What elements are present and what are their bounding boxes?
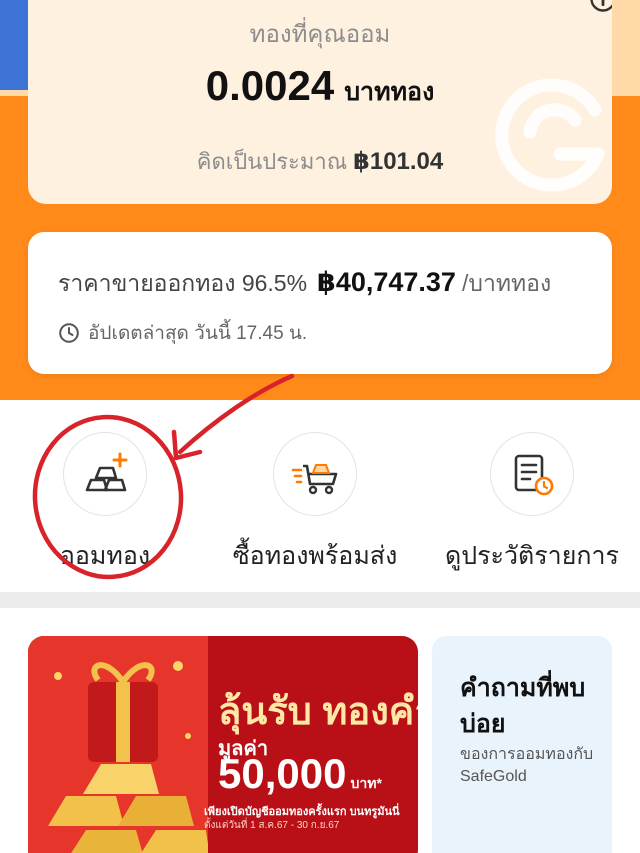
history-document-icon bbox=[514, 454, 554, 496]
action-buy-gold-delivery[interactable]: ซื้อทองพร้อมส่ง bbox=[215, 432, 415, 582]
savings-equivalent-label: คิดเป็นประมาณ bbox=[196, 149, 348, 174]
price-unit: /บาททอง bbox=[461, 270, 552, 296]
action-label-history: ดูประวัติรายการ bbox=[445, 542, 619, 570]
section-divider bbox=[0, 592, 640, 608]
action-label-buy-gold: ซื้อทองพร้อมส่ง bbox=[232, 542, 398, 570]
action-icon-circle bbox=[273, 432, 357, 516]
action-label-save-gold: ออมทอง bbox=[59, 542, 151, 570]
promo-currency: บาท* bbox=[350, 775, 382, 791]
hero-blue-accent bbox=[0, 0, 30, 90]
promo-amount: 50,000 bbox=[218, 750, 347, 797]
gold-bars-gift-illustration bbox=[48, 661, 210, 853]
update-row: อัปเดตล่าสุด วันนี้ 17.45 น. bbox=[58, 318, 307, 348]
savings-equivalent-value: ฿101.04 bbox=[353, 148, 444, 175]
action-icon-circle bbox=[490, 432, 574, 516]
promo-image-area bbox=[28, 636, 210, 853]
savings-amount: 0.0024 bbox=[205, 62, 335, 109]
action-icon-circle bbox=[63, 432, 147, 516]
faq-card[interactable]: คำถามที่พบบ่อย ของการออมทองกับ SafeGold bbox=[432, 636, 612, 853]
promotions-section: ลุ้นรับ ทองคำ! มูลค่า 50,000บาท* เพียงเป… bbox=[0, 608, 640, 853]
clock-icon bbox=[59, 323, 79, 343]
promo-amount-row: 50,000 บาท* bbox=[218, 750, 382, 798]
savings-card: ทองที่คุณออม 0.0024 บาททอง คิดเป็นประมาณ฿… bbox=[28, 0, 612, 204]
quick-actions: ออมทอง ซื้อทองพร้อมส่ง ดูประวัติรายการ bbox=[0, 400, 640, 592]
promo-banner[interactable]: ลุ้นรับ ทองคำ! มูลค่า 50,000บาท* เพียงเป… bbox=[28, 636, 418, 853]
gold-price-card: ราคาขายออกทอง 96.5% ฿40,747.37/บาททอง อัป… bbox=[28, 232, 612, 374]
promo-period: ตั้งแต่วันที่ 1 ส.ค.67 - 30 ก.ย.67 bbox=[204, 820, 340, 831]
price-label: ราคาขายออกทอง 96.5% bbox=[58, 270, 308, 296]
savings-title: ทองที่คุณออม bbox=[249, 21, 391, 48]
faq-title: คำถามที่พบบ่อย bbox=[460, 674, 586, 738]
info-icon[interactable] bbox=[588, 0, 612, 14]
delivery-cart-icon bbox=[291, 464, 338, 495]
last-updated-text: อัปเดตล่าสุด วันนี้ 17.45 น. bbox=[88, 323, 308, 344]
safegold-watermark-icon bbox=[495, 78, 605, 192]
faq-subtitle: ของการออมทองกับ SafeGold bbox=[460, 746, 594, 785]
savings-unit: บาททอง bbox=[344, 78, 435, 106]
price-value: ฿40,747.37 bbox=[317, 267, 456, 297]
action-save-gold[interactable]: ออมทอง bbox=[5, 432, 205, 582]
action-view-history[interactable]: ดูประวัติรายการ bbox=[432, 432, 632, 582]
gold-bar-add-icon bbox=[85, 452, 128, 492]
price-row: ราคาขายออกทอง 96.5% ฿40,747.37/บาททอง bbox=[58, 266, 551, 302]
